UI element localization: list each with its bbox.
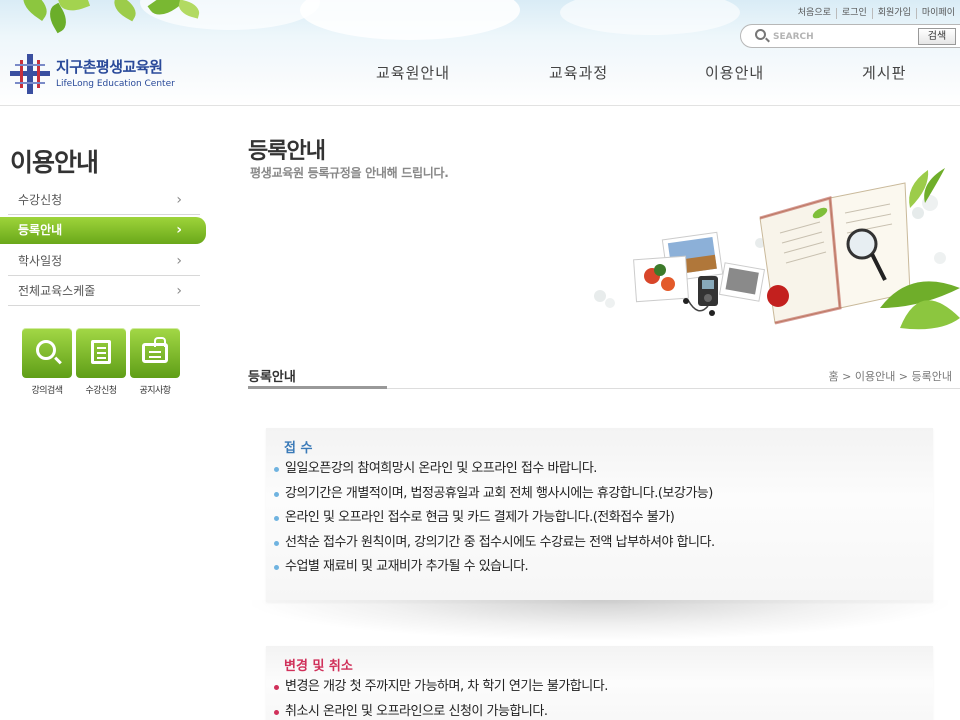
utility-links: 처음으로 로그인 회원가입 마이페이 — [793, 8, 960, 19]
mypage-link[interactable]: 마이페이 — [915, 8, 960, 19]
chevron-right-icon: › — [176, 222, 182, 238]
nav-item-board[interactable]: 게시판 — [862, 62, 906, 83]
info-box-list: 변경은 개강 첫 주까지만 가능하며, 차 학기 연기는 불가합니다. 취소시 … — [274, 679, 608, 720]
cloud-decoration — [560, 0, 740, 35]
info-box-list: 일일오픈강의 참여희망시 온라인 및 오프라인 접수 바랍니다. 강의기간은 개… — [274, 461, 715, 584]
leaf-decoration — [17, 0, 53, 21]
sidebar-menu: 수강신청 › 등록안내 › 학사일정 › 전체교육스케줄 › — [0, 185, 206, 306]
info-box-change-cancel: 변경 및 취소 변경은 개강 첫 주까지만 가능하며, 차 학기 연기는 불가합… — [266, 646, 933, 720]
sidebar-item-academic-calendar[interactable]: 학사일정 › — [8, 246, 200, 276]
quick-link-course-search[interactable]: 강의검색 — [22, 328, 72, 396]
section-divider-accent — [248, 386, 387, 389]
document-icon — [76, 328, 126, 378]
magnifier-icon — [22, 328, 72, 378]
logo-title: 지구촌평생교육원 — [56, 58, 163, 76]
leaf-decoration — [109, 0, 141, 22]
list-item: 변경은 개강 첫 주까지만 가능하며, 차 학기 연기는 불가합니다. — [274, 679, 608, 704]
list-item: 취소시 온라인 및 오프라인으로 신청이 가능합니다. — [274, 704, 608, 720]
apple-image — [767, 285, 789, 307]
chevron-right-icon: › — [176, 192, 182, 208]
sidebar-item-full-schedule[interactable]: 전체교육스케줄 › — [8, 276, 200, 306]
login-link[interactable]: 로그인 — [835, 8, 872, 19]
sidebar-item-label: 등록안내 — [18, 223, 63, 237]
logo-emblem-icon — [10, 54, 50, 94]
notice-icon — [130, 328, 180, 378]
chevron-right-icon: › — [176, 283, 182, 299]
cloud-decoration — [300, 0, 520, 40]
info-box-title: 접 수 — [284, 441, 313, 456]
sidebar-item-label: 전체교육스케줄 — [18, 284, 96, 298]
quick-link-registration[interactable]: 수강신청 — [76, 328, 126, 396]
sidebar-item-registration-apply[interactable]: 수강신청 › — [8, 185, 200, 215]
section-title: 등록안내 — [248, 370, 296, 385]
search-input[interactable] — [773, 29, 913, 44]
sidebar-item-label: 학사일정 — [18, 254, 63, 268]
signup-link[interactable]: 회원가입 — [871, 8, 916, 19]
list-item: 선착순 접수가 원칙이며, 강의기간 중 접수시에도 수강료는 전액 납부하셔야… — [274, 535, 715, 560]
sidebar-item-label: 수강신청 — [18, 193, 63, 207]
list-item: 수업별 재료비 및 교재비가 추가될 수 있습니다. — [274, 559, 715, 584]
sidebar-item-registration-guide[interactable]: 등록안내 › — [0, 217, 206, 244]
nav-item-guide[interactable]: 이용안내 — [705, 62, 764, 83]
page-title: 등록안내 — [248, 139, 326, 164]
site-logo[interactable]: 지구촌평생교육원 LifeLong Education Center — [10, 52, 180, 96]
list-item: 강의기간은 개별적이며, 법정공휴일과 교회 전체 행사시에는 휴강합니다.(보… — [274, 486, 715, 511]
quick-link-label: 강의검색 — [31, 386, 63, 396]
box-shadow-decoration — [252, 600, 948, 640]
quick-links: 강의검색 수강신청 공지사항 — [22, 328, 184, 396]
search-box: 검색 — [740, 24, 960, 48]
nav-item-about[interactable]: 교육원안내 — [376, 62, 450, 83]
list-item: 일일오픈강의 참여희망시 온라인 및 오프라인 접수 바랍니다. — [274, 461, 715, 486]
hero-illustration — [594, 168, 960, 330]
search-icon — [755, 29, 766, 40]
home-link[interactable]: 처음으로 — [793, 8, 836, 19]
quick-link-notice[interactable]: 공지사항 — [130, 328, 180, 396]
info-box-registration: 접 수 일일오픈강의 참여희망시 온라인 및 오프라인 접수 바랍니다. 강의기… — [266, 428, 933, 602]
chevron-right-icon: › — [176, 253, 182, 269]
page-subtitle: 평생교육원 등록규정을 안내해 드립니다. — [250, 166, 449, 180]
logo-subtitle: LifeLong Education Center — [56, 79, 175, 89]
nav-item-courses[interactable]: 교육과정 — [549, 62, 608, 83]
quick-link-label: 공지사항 — [139, 386, 171, 396]
search-button[interactable]: 검색 — [918, 28, 956, 45]
quick-link-label: 수강신청 — [85, 386, 117, 396]
info-box-title: 변경 및 취소 — [284, 659, 353, 674]
site-header: 처음으로 로그인 회원가입 마이페이 검색 지구촌평생교육원 LifeLong … — [0, 0, 960, 106]
breadcrumb: 홈 > 이용안내 > 등록안내 — [828, 370, 953, 383]
list-item: 온라인 및 오프라인 접수로 현금 및 카드 결제가 가능합니다.(전화접수 불… — [274, 510, 715, 535]
sidebar-title: 이용안내 — [10, 148, 99, 177]
